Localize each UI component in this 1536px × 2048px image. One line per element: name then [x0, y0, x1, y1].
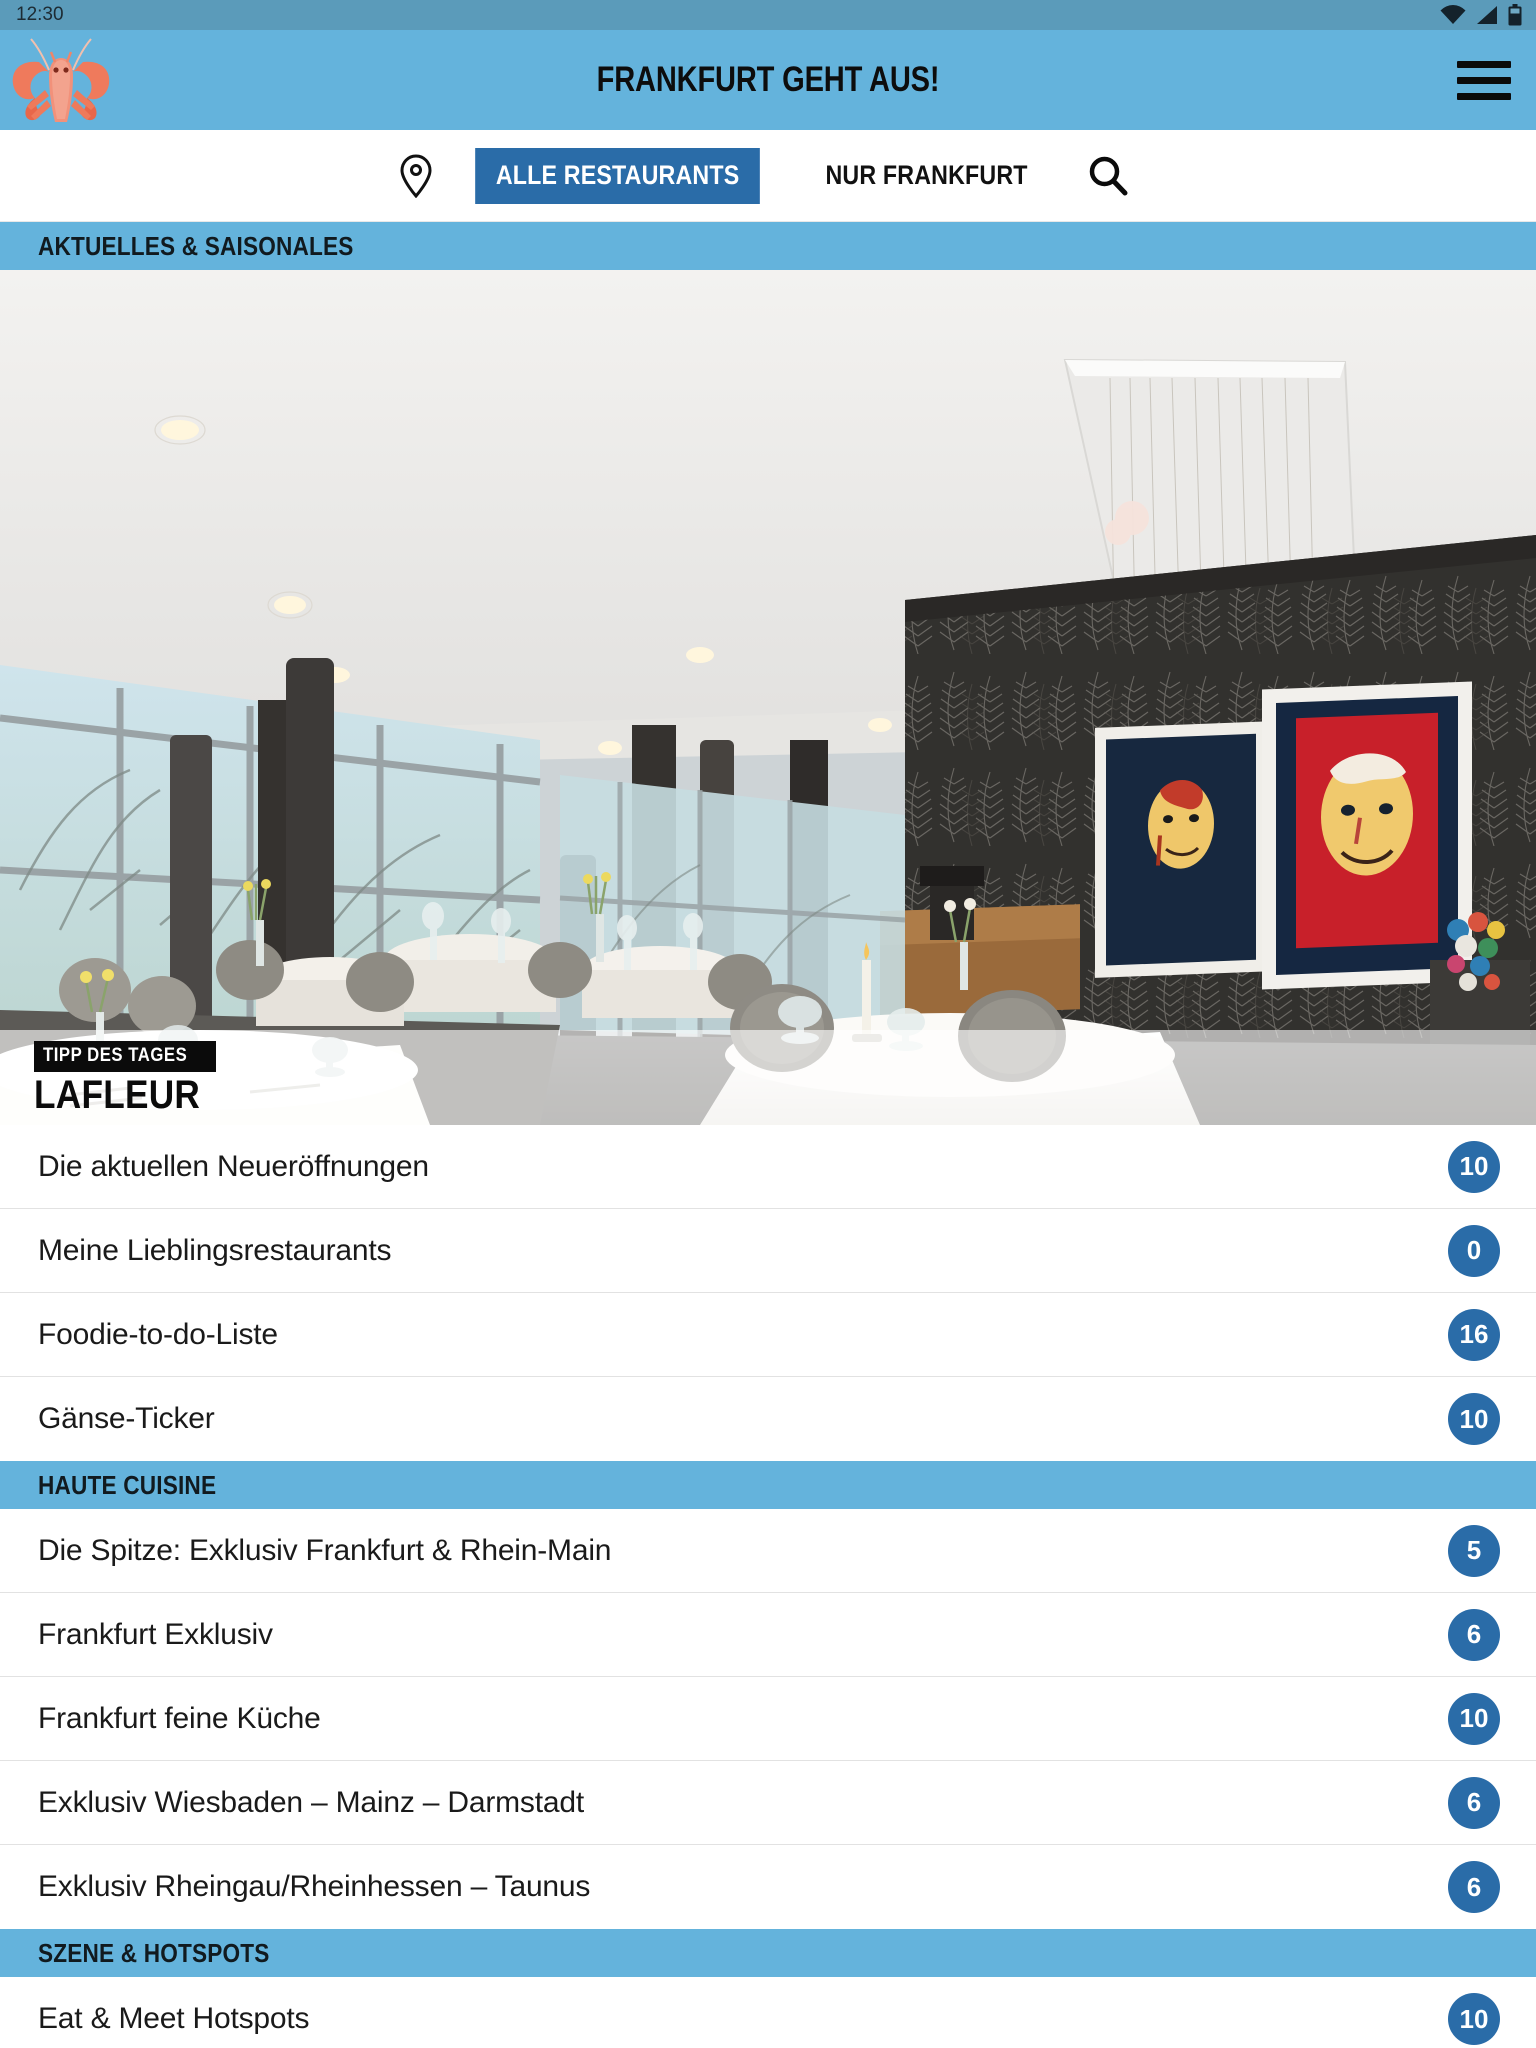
- list-haute-cuisine: Die Spitze: Exklusiv Frankfurt & Rhein-M…: [0, 1509, 1536, 1929]
- tab-nur-frankfurt[interactable]: NUR FRANKFURT: [812, 148, 1042, 204]
- section-header-aktuelles-label: AKTUELLES & SAISONALES: [38, 230, 354, 261]
- signal-icon: [1475, 5, 1499, 25]
- list-item-count-badge: 6: [1448, 1608, 1500, 1661]
- status-bar: 12:30: [0, 0, 1536, 30]
- list-item-label: Frankfurt feine Küche: [38, 1701, 321, 1735]
- hero-image: [0, 270, 1536, 1125]
- list-item-count-badge: 6: [1448, 1861, 1500, 1913]
- filter-navbar: ALLE RESTAURANTS NUR FRANKFURT: [0, 130, 1536, 222]
- list-item-count-badge: 6: [1448, 1776, 1500, 1829]
- list-item[interactable]: Die Spitze: Exklusiv Frankfurt & Rhein-M…: [0, 1509, 1536, 1593]
- section-header-haute-cuisine: HAUTE CUISINE: [0, 1461, 1536, 1509]
- list-item[interactable]: Die aktuellen Neueröffnungen 10: [0, 1125, 1536, 1209]
- list-item-label: Exklusiv Rheingau/Rheinhessen – Taunus: [38, 1870, 591, 1903]
- section-header-szene: SZENE & HOTSPOTS: [0, 1929, 1536, 1977]
- list-item-label: Frankfurt Exklusiv: [38, 1617, 273, 1651]
- lobster-logo-icon: [0, 30, 122, 130]
- list-item-count-badge: 10: [1448, 1692, 1500, 1745]
- tipp-des-tages-badge: TIPP DES TAGES: [34, 1041, 216, 1073]
- tipp-des-tages-label: TIPP DES TAGES: [43, 1045, 188, 1067]
- hamburger-menu-icon[interactable]: [1440, 30, 1536, 130]
- list-item-label: Exklusiv Wiesbaden – Mainz – Darmstadt: [38, 1785, 584, 1819]
- tab-nur-frankfurt-label: NUR FRANKFURT: [825, 160, 1028, 190]
- wifi-icon: [1440, 5, 1466, 25]
- list-item[interactable]: Gänse-Ticker 10: [0, 1377, 1536, 1461]
- list-item[interactable]: Meine Lieblingsrestaurants 0: [0, 1209, 1536, 1293]
- list-item[interactable]: Exklusiv Rheingau/Rheinhessen – Taunus 6: [0, 1845, 1536, 1929]
- section-header-aktuelles: AKTUELLES & SAISONALES: [0, 222, 1536, 270]
- list-item[interactable]: Eat & Meet Hotspots 10: [0, 1977, 1536, 2048]
- list-item-label: Meine Lieblingsrestaurants: [38, 1233, 392, 1267]
- list-item-count-badge: 5: [1448, 1524, 1500, 1577]
- status-clock: 12:30: [16, 4, 64, 25]
- list-aktuelles: Die aktuellen Neueröffnungen 10 Meine Li…: [0, 1125, 1536, 1461]
- hero-restaurant-name: LAFLEUR: [34, 1075, 223, 1117]
- list-item-count-badge: 0: [1448, 1224, 1500, 1277]
- section-header-szene-label: SZENE & HOTSPOTS: [38, 1937, 270, 1968]
- location-pin-icon[interactable]: [380, 153, 452, 198]
- list-item-count-badge: 10: [1448, 1993, 1500, 2045]
- tab-alle-restaurants[interactable]: ALLE RESTAURANTS: [475, 147, 760, 204]
- list-item-count-badge: 10: [1448, 1140, 1500, 1193]
- hero-caption: TIPP DES TAGES LAFLEUR: [34, 1041, 223, 1117]
- list-szene: Eat & Meet Hotspots 10: [0, 1977, 1536, 2048]
- list-item-label: Gänse-Ticker: [38, 1402, 215, 1435]
- battery-icon: [1508, 4, 1522, 26]
- hero-caption-scrim: [0, 1030, 1536, 1125]
- hero-banner[interactable]: TIPP DES TAGES LAFLEUR: [0, 270, 1536, 1125]
- list-item-label: Die aktuellen Neueröffnungen: [38, 1149, 429, 1183]
- list-item[interactable]: Exklusiv Wiesbaden – Mainz – Darmstadt 6: [0, 1761, 1536, 1845]
- list-item[interactable]: Frankfurt Exklusiv 6: [0, 1593, 1536, 1677]
- app-root: 12:30 FRANKFURT GEHT AUS! ALLE RESTAURAN…: [0, 0, 1536, 2048]
- list-item-label: Eat & Meet Hotspots: [38, 2002, 310, 2035]
- list-item-count-badge: 16: [1448, 1308, 1500, 1361]
- page-title: FRANKFURT GEHT AUS!: [596, 60, 940, 99]
- app-header: FRANKFURT GEHT AUS!: [0, 30, 1536, 130]
- section-header-haute-cuisine-label: HAUTE CUISINE: [38, 1469, 217, 1500]
- list-item[interactable]: Foodie-to-do-Liste 16: [0, 1293, 1536, 1377]
- list-item-count-badge: 10: [1448, 1393, 1500, 1445]
- list-item-label: Die Spitze: Exklusiv Frankfurt & Rhein-M…: [38, 1533, 612, 1567]
- list-item-label: Foodie-to-do-Liste: [38, 1317, 278, 1351]
- status-icon-group: [1440, 4, 1522, 26]
- hero-restaurant-name-label: LAFLEUR: [34, 1073, 201, 1118]
- tab-alle-restaurants-label: ALLE RESTAURANTS: [495, 160, 740, 190]
- search-icon[interactable]: [1060, 155, 1156, 197]
- list-item[interactable]: Frankfurt feine Küche 10: [0, 1677, 1536, 1761]
